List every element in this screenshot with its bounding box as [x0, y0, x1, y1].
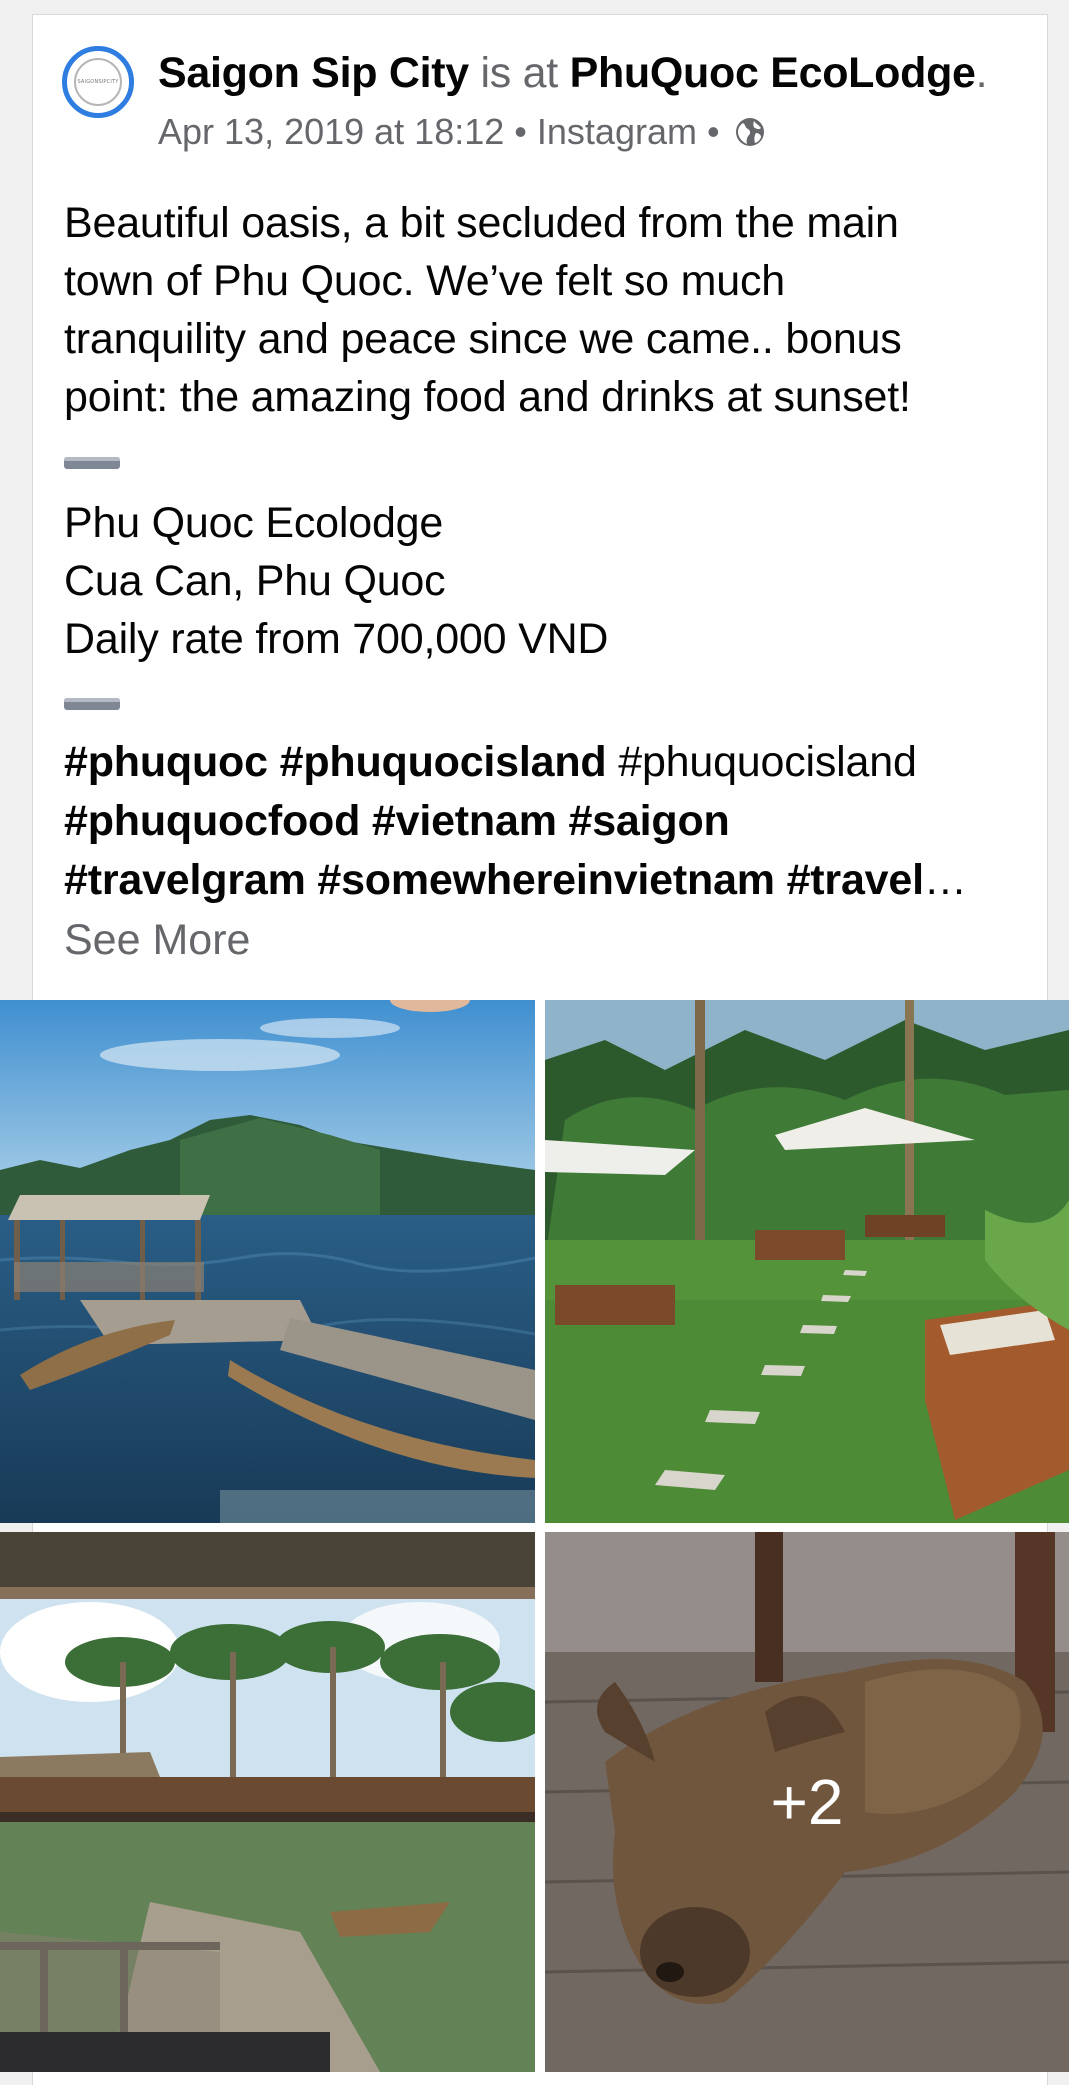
address-line: Cua Can, Phu Quoc [64, 557, 446, 605]
description-line: Beautiful oasis, a bit secluded from the… [64, 199, 899, 247]
photo-lake-pier[interactable] [0, 1000, 535, 1523]
hashtag-phuquocfood[interactable]: #phuquocfood [64, 797, 360, 845]
avatar-logo-text: SAIGONSIPCITY [77, 79, 119, 85]
description-line: town of Phu Quoc. We’ve felt so much [64, 257, 785, 305]
ellipsis: … [923, 856, 967, 904]
hashtag-line: #phuquoc #phuquocisland #phuquocisland [64, 733, 1024, 792]
hashtag-saigon[interactable]: #saigon [557, 797, 729, 845]
address-line: Daily rate from 700,000 VND [64, 615, 609, 663]
dash-emoji [64, 457, 120, 469]
place-name[interactable]: PhuQuoc EcoLodge [570, 49, 976, 97]
globe-icon[interactable] [734, 116, 766, 148]
see-more-link[interactable]: See More [64, 911, 250, 969]
hashtag-line: #travelgram #somewhereinvietnam #travel… [64, 851, 1024, 910]
hashtag-travel[interactable]: #travel [775, 856, 924, 904]
address-line: Phu Quoc Ecolodge [64, 499, 444, 547]
hashtag-travelgram[interactable]: #travelgram [64, 856, 306, 904]
meta-separator: • [514, 111, 527, 152]
header-connector: is at [480, 49, 559, 97]
hashtag-line: #phuquocfood #vietnam #saigon [64, 792, 1024, 851]
photo-palm-pier[interactable] [0, 1532, 535, 2072]
hashtag-vietnam[interactable]: #vietnam [360, 797, 557, 845]
post-address: Phu Quoc Ecolodge Cua Can, Phu Quoc Dail… [64, 494, 1024, 668]
photo-garden[interactable] [545, 1000, 1069, 1523]
description-line: tranquility and peace since we came.. bo… [64, 315, 902, 363]
post-source: Instagram [536, 111, 697, 152]
description-line: point: the amazing food and drinks at su… [64, 373, 911, 421]
post-description: Beautiful oasis, a bit secluded from the… [64, 194, 1024, 426]
post-header: Saigon Sip City is at PhuQuoc EcoLodge. [158, 47, 1038, 99]
header-period: . [975, 49, 988, 97]
author-name[interactable]: Saigon Sip City [158, 49, 469, 97]
more-photos-overlay[interactable]: +2 [545, 1532, 1069, 2072]
hashtags: #phuquoc #phuquocisland #phuquocisland #… [64, 733, 1024, 910]
avatar[interactable]: SAIGONSIPCITY [62, 46, 134, 118]
post-meta: Apr 13, 2019 at 18:12 • Instagram • [158, 108, 766, 156]
post-timestamp[interactable]: Apr 13, 2019 at 18:12 [158, 108, 504, 156]
hashtag-phuquocisland-plain[interactable]: #phuquocisland [606, 738, 917, 786]
meta-separator: • [706, 111, 720, 152]
hashtag-phuquocisland[interactable]: #phuquocisland [268, 738, 607, 786]
dash-emoji [64, 698, 120, 710]
avatar-logo: SAIGONSIPCITY [74, 58, 122, 106]
hashtag-phuquoc[interactable]: #phuquoc [64, 738, 268, 786]
hashtag-somewhereinvietnam[interactable]: #somewhereinvietnam [306, 856, 775, 904]
